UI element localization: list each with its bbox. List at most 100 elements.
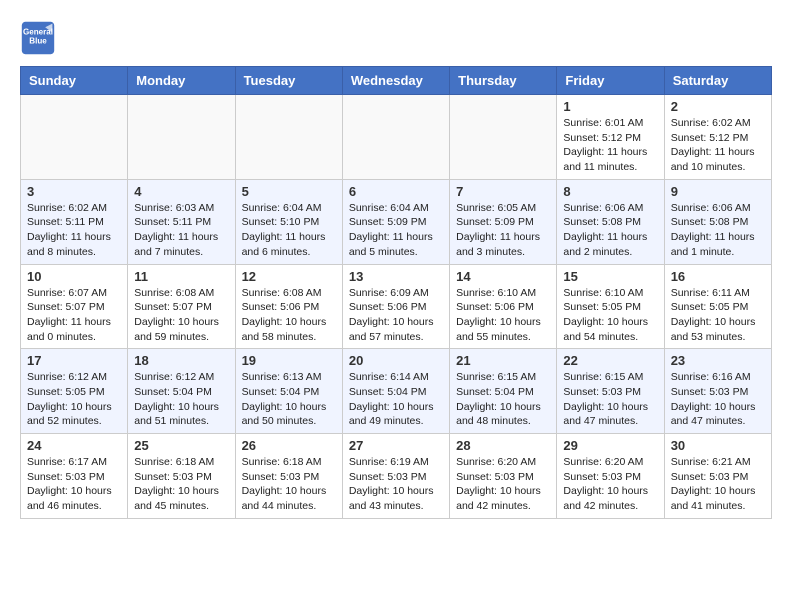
day-number: 9 bbox=[671, 184, 765, 199]
day-of-week-header: Friday bbox=[557, 67, 664, 95]
day-number: 20 bbox=[349, 353, 443, 368]
day-number: 15 bbox=[563, 269, 657, 284]
day-info: Sunrise: 6:21 AM Sunset: 5:03 PM Dayligh… bbox=[671, 455, 765, 514]
calendar-day-cell: 8 Sunrise: 6:06 AM Sunset: 5:08 PM Daylig… bbox=[557, 179, 664, 264]
day-number: 18 bbox=[134, 353, 228, 368]
day-number: 11 bbox=[134, 269, 228, 284]
calendar-week-row: 3 Sunrise: 6:02 AM Sunset: 5:11 PM Daylig… bbox=[21, 179, 772, 264]
svg-text:Blue: Blue bbox=[29, 36, 47, 45]
day-info: Sunrise: 6:20 AM Sunset: 5:03 PM Dayligh… bbox=[456, 455, 550, 514]
calendar-day-cell: 27 Sunrise: 6:19 AM Sunset: 5:03 PM Dayli… bbox=[342, 434, 449, 519]
day-number: 3 bbox=[27, 184, 121, 199]
header: General Blue bbox=[20, 20, 772, 56]
day-info: Sunrise: 6:13 AM Sunset: 5:04 PM Dayligh… bbox=[242, 370, 336, 429]
day-number: 6 bbox=[349, 184, 443, 199]
calendar-day-cell: 3 Sunrise: 6:02 AM Sunset: 5:11 PM Daylig… bbox=[21, 179, 128, 264]
day-number: 27 bbox=[349, 438, 443, 453]
day-number: 30 bbox=[671, 438, 765, 453]
calendar-week-row: 17 Sunrise: 6:12 AM Sunset: 5:05 PM Dayli… bbox=[21, 349, 772, 434]
day-number: 4 bbox=[134, 184, 228, 199]
day-info: Sunrise: 6:03 AM Sunset: 5:11 PM Dayligh… bbox=[134, 201, 228, 260]
day-info: Sunrise: 6:07 AM Sunset: 5:07 PM Dayligh… bbox=[27, 286, 121, 345]
day-info: Sunrise: 6:06 AM Sunset: 5:08 PM Dayligh… bbox=[563, 201, 657, 260]
calendar-day-cell: 11 Sunrise: 6:08 AM Sunset: 5:07 PM Dayli… bbox=[128, 264, 235, 349]
day-info: Sunrise: 6:06 AM Sunset: 5:08 PM Dayligh… bbox=[671, 201, 765, 260]
calendar-day-cell: 15 Sunrise: 6:10 AM Sunset: 5:05 PM Dayli… bbox=[557, 264, 664, 349]
calendar-week-row: 24 Sunrise: 6:17 AM Sunset: 5:03 PM Dayli… bbox=[21, 434, 772, 519]
day-number: 22 bbox=[563, 353, 657, 368]
day-info: Sunrise: 6:01 AM Sunset: 5:12 PM Dayligh… bbox=[563, 116, 657, 175]
day-info: Sunrise: 6:08 AM Sunset: 5:06 PM Dayligh… bbox=[242, 286, 336, 345]
day-number: 26 bbox=[242, 438, 336, 453]
day-info: Sunrise: 6:20 AM Sunset: 5:03 PM Dayligh… bbox=[563, 455, 657, 514]
calendar-week-row: 1 Sunrise: 6:01 AM Sunset: 5:12 PM Daylig… bbox=[21, 95, 772, 180]
day-number: 29 bbox=[563, 438, 657, 453]
day-info: Sunrise: 6:04 AM Sunset: 5:10 PM Dayligh… bbox=[242, 201, 336, 260]
day-of-week-header: Monday bbox=[128, 67, 235, 95]
day-number: 14 bbox=[456, 269, 550, 284]
day-number: 25 bbox=[134, 438, 228, 453]
day-number: 8 bbox=[563, 184, 657, 199]
calendar-day-cell: 28Sunrise: 6:20 AM Sunset: 5:03 PM Dayli… bbox=[450, 434, 557, 519]
day-number: 19 bbox=[242, 353, 336, 368]
day-info: Sunrise: 6:08 AM Sunset: 5:07 PM Dayligh… bbox=[134, 286, 228, 345]
day-info: Sunrise: 6:18 AM Sunset: 5:03 PM Dayligh… bbox=[134, 455, 228, 514]
day-number: 23 bbox=[671, 353, 765, 368]
day-of-week-header: Wednesday bbox=[342, 67, 449, 95]
day-info: Sunrise: 6:15 AM Sunset: 5:03 PM Dayligh… bbox=[563, 370, 657, 429]
day-number: 10 bbox=[27, 269, 121, 284]
day-info: Sunrise: 6:12 AM Sunset: 5:05 PM Dayligh… bbox=[27, 370, 121, 429]
calendar-day-cell: 21Sunrise: 6:15 AM Sunset: 5:04 PM Dayli… bbox=[450, 349, 557, 434]
day-number: 5 bbox=[242, 184, 336, 199]
day-info: Sunrise: 6:16 AM Sunset: 5:03 PM Dayligh… bbox=[671, 370, 765, 429]
calendar-day-cell: 22 Sunrise: 6:15 AM Sunset: 5:03 PM Dayli… bbox=[557, 349, 664, 434]
calendar-day-cell bbox=[21, 95, 128, 180]
calendar-day-cell: 5 Sunrise: 6:04 AM Sunset: 5:10 PM Daylig… bbox=[235, 179, 342, 264]
day-number: 12 bbox=[242, 269, 336, 284]
day-of-week-header: Thursday bbox=[450, 67, 557, 95]
calendar-day-cell: 10 Sunrise: 6:07 AM Sunset: 5:07 PM Dayli… bbox=[21, 264, 128, 349]
logo: General Blue bbox=[20, 20, 60, 56]
logo-icon: General Blue bbox=[20, 20, 56, 56]
day-info: Sunrise: 6:02 AM Sunset: 5:11 PM Dayligh… bbox=[27, 201, 121, 260]
calendar-day-cell: 20 Sunrise: 6:14 AM Sunset: 5:04 PM Dayli… bbox=[342, 349, 449, 434]
calendar-day-cell bbox=[235, 95, 342, 180]
calendar-day-cell: 26 Sunrise: 6:18 AM Sunset: 5:03 PM Dayli… bbox=[235, 434, 342, 519]
day-number: 2 bbox=[671, 99, 765, 114]
calendar-day-cell: 19 Sunrise: 6:13 AM Sunset: 5:04 PM Dayli… bbox=[235, 349, 342, 434]
calendar-day-cell: 18Sunrise: 6:12 AM Sunset: 5:04 PM Dayli… bbox=[128, 349, 235, 434]
day-number: 7 bbox=[456, 184, 550, 199]
day-info: Sunrise: 6:10 AM Sunset: 5:06 PM Dayligh… bbox=[456, 286, 550, 345]
calendar-day-cell: 23 Sunrise: 6:16 AM Sunset: 5:03 PM Dayli… bbox=[664, 349, 771, 434]
calendar-day-cell: 16Sunrise: 6:11 AM Sunset: 5:05 PM Dayli… bbox=[664, 264, 771, 349]
day-number: 13 bbox=[349, 269, 443, 284]
calendar-day-cell bbox=[128, 95, 235, 180]
day-info: Sunrise: 6:17 AM Sunset: 5:03 PM Dayligh… bbox=[27, 455, 121, 514]
day-info: Sunrise: 6:11 AM Sunset: 5:05 PM Dayligh… bbox=[671, 286, 765, 345]
day-number: 17 bbox=[27, 353, 121, 368]
day-info: Sunrise: 6:14 AM Sunset: 5:04 PM Dayligh… bbox=[349, 370, 443, 429]
day-info: Sunrise: 6:15 AM Sunset: 5:04 PM Dayligh… bbox=[456, 370, 550, 429]
day-info: Sunrise: 6:10 AM Sunset: 5:05 PM Dayligh… bbox=[563, 286, 657, 345]
calendar-day-cell: 25 Sunrise: 6:18 AM Sunset: 5:03 PM Dayli… bbox=[128, 434, 235, 519]
calendar-day-cell: 9 Sunrise: 6:06 AM Sunset: 5:08 PM Daylig… bbox=[664, 179, 771, 264]
day-number: 1 bbox=[563, 99, 657, 114]
day-info: Sunrise: 6:18 AM Sunset: 5:03 PM Dayligh… bbox=[242, 455, 336, 514]
day-number: 24 bbox=[27, 438, 121, 453]
calendar-day-cell: 14 Sunrise: 6:10 AM Sunset: 5:06 PM Dayli… bbox=[450, 264, 557, 349]
day-info: Sunrise: 6:02 AM Sunset: 5:12 PM Dayligh… bbox=[671, 116, 765, 175]
calendar-day-cell: 1 Sunrise: 6:01 AM Sunset: 5:12 PM Daylig… bbox=[557, 95, 664, 180]
calendar-table: SundayMondayTuesdayWednesdayThursdayFrid… bbox=[20, 66, 772, 519]
calendar-day-cell: 2 Sunrise: 6:02 AM Sunset: 5:12 PM Daylig… bbox=[664, 95, 771, 180]
calendar-header-row: SundayMondayTuesdayWednesdayThursdayFrid… bbox=[21, 67, 772, 95]
calendar-day-cell: 24 Sunrise: 6:17 AM Sunset: 5:03 PM Dayli… bbox=[21, 434, 128, 519]
calendar-day-cell bbox=[450, 95, 557, 180]
day-of-week-header: Sunday bbox=[21, 67, 128, 95]
day-info: Sunrise: 6:04 AM Sunset: 5:09 PM Dayligh… bbox=[349, 201, 443, 260]
calendar-day-cell: 30 Sunrise: 6:21 AM Sunset: 5:03 PM Dayli… bbox=[664, 434, 771, 519]
calendar-day-cell: 4 Sunrise: 6:03 AM Sunset: 5:11 PM Daylig… bbox=[128, 179, 235, 264]
day-info: Sunrise: 6:19 AM Sunset: 5:03 PM Dayligh… bbox=[349, 455, 443, 514]
day-info: Sunrise: 6:05 AM Sunset: 5:09 PM Dayligh… bbox=[456, 201, 550, 260]
day-of-week-header: Tuesday bbox=[235, 67, 342, 95]
calendar-week-row: 10 Sunrise: 6:07 AM Sunset: 5:07 PM Dayli… bbox=[21, 264, 772, 349]
